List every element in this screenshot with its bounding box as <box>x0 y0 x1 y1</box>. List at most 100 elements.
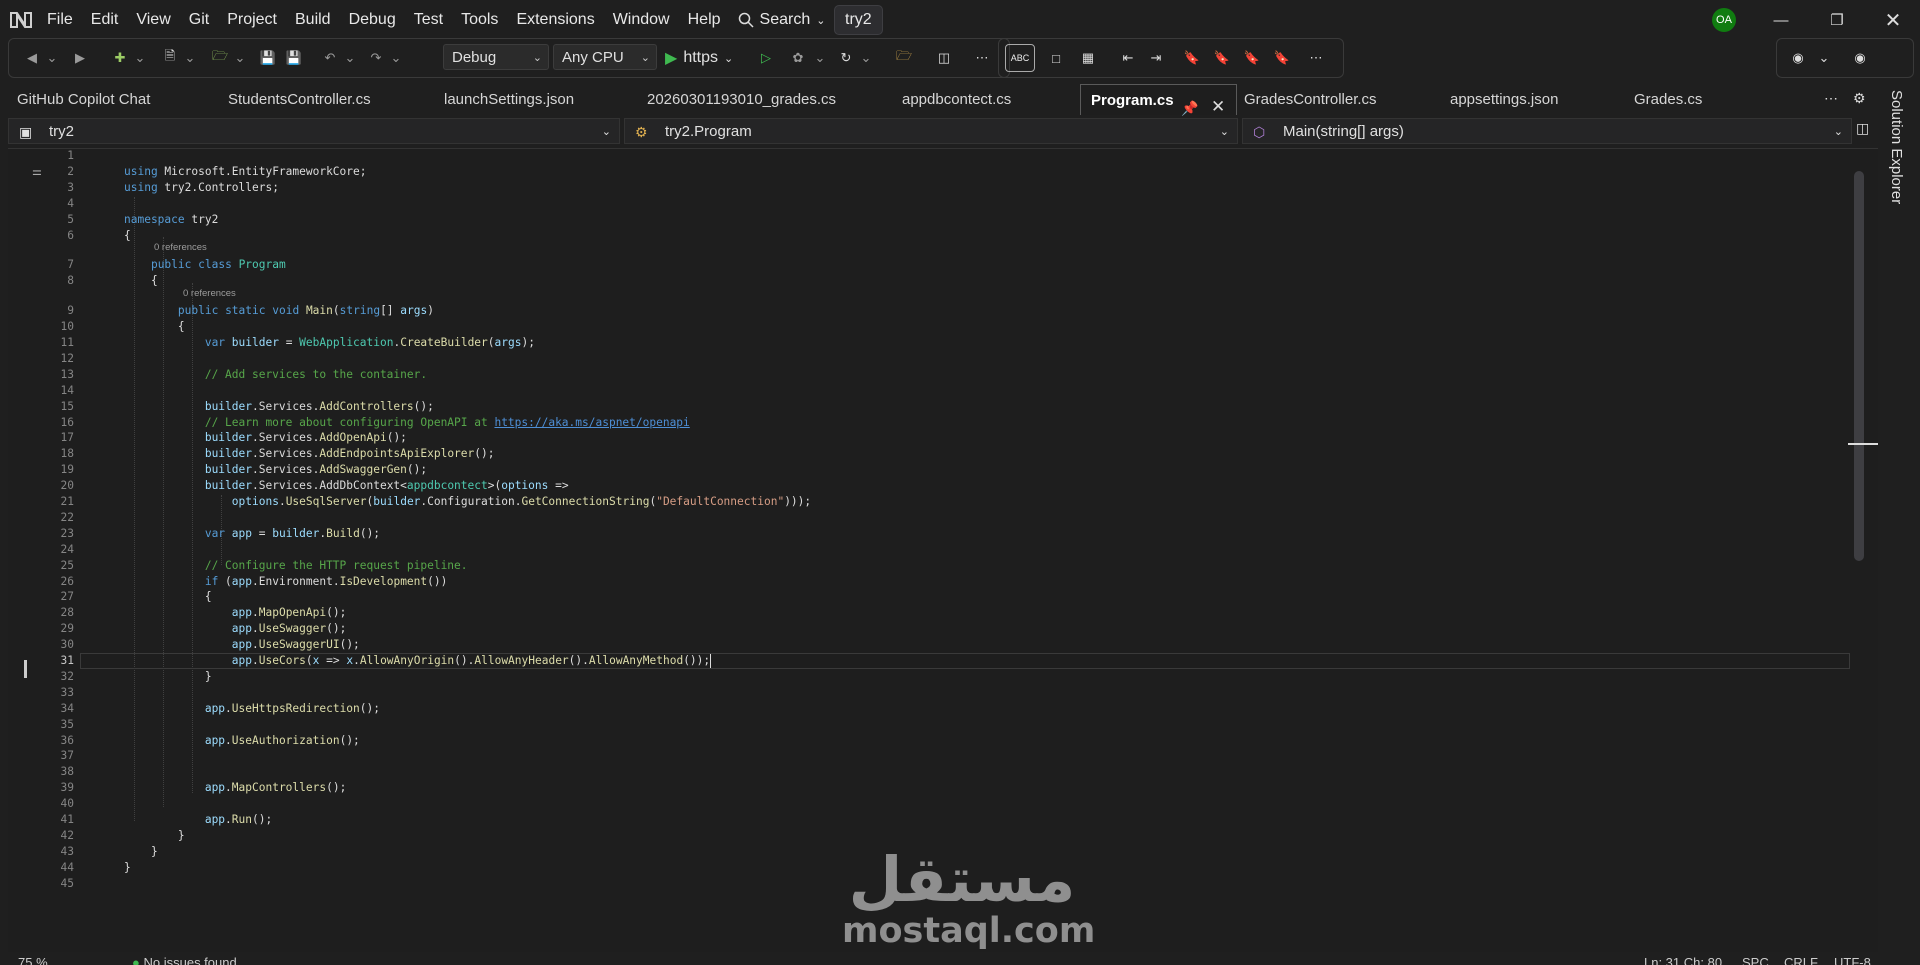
new-file-dropdown[interactable]: ⌄ <box>179 47 201 69</box>
toggle-bookmark-button[interactable]: 🔖 <box>1181 47 1203 69</box>
tab-program-cs[interactable]: Program.cs 📌 ✕ <box>1080 84 1237 116</box>
copilot-button[interactable]: ◉ <box>1787 47 1809 69</box>
restart-button[interactable]: ↻ <box>835 47 857 69</box>
configuration-dropdown[interactable]: Debug ⌄ <box>443 44 549 70</box>
code-line[interactable]: 13 // Add services to the container. <box>8 367 1848 383</box>
code-line[interactable]: 17 builder.Services.AddOpenApi(); <box>8 430 1848 446</box>
code-line[interactable]: 12 <box>8 351 1848 367</box>
code-line[interactable]: 19 builder.Services.AddSwaggerGen(); <box>8 462 1848 478</box>
navigate-back-button[interactable]: ◀ <box>21 47 43 69</box>
code-line[interactable]: 15 builder.Services.AddControllers(); <box>8 399 1848 415</box>
type-dropdown[interactable]: ⚙ try2.Program ⌄ <box>624 118 1238 144</box>
code-line[interactable]: 32 } <box>8 669 1848 685</box>
menu-edit[interactable]: Edit <box>82 0 128 40</box>
code-line[interactable]: 42 } <box>8 828 1848 844</box>
vertical-scrollbar[interactable] <box>1854 159 1872 939</box>
copilot-dropdown[interactable]: ⌄ <box>1813 47 1835 69</box>
menu-project[interactable]: Project <box>218 0 286 40</box>
menu-test[interactable]: Test <box>405 0 452 40</box>
solution-name-badge[interactable]: try2 <box>834 5 883 35</box>
code-line[interactable]: 20 builder.Services.AddDbContext<appdbco… <box>8 478 1848 494</box>
code-line[interactable]: 8 { <box>8 273 1848 289</box>
menu-tools[interactable]: Tools <box>452 0 507 40</box>
menu-file[interactable]: File <box>38 0 82 40</box>
code-line[interactable]: 41 app.Run(); <box>8 812 1848 828</box>
menu-git[interactable]: Git <box>180 0 218 40</box>
code-line[interactable]: 24 <box>8 542 1848 558</box>
open-dropdown[interactable]: ⌄ <box>229 47 251 69</box>
platform-dropdown[interactable]: Any CPU ⌄ <box>553 44 657 70</box>
toolbar-overflow-button-2[interactable]: ⋯ <box>1305 47 1327 69</box>
menu-debug[interactable]: Debug <box>340 0 405 40</box>
code-line[interactable]: 33 <box>8 685 1848 701</box>
code-line[interactable]: 28 app.MapOpenApi(); <box>8 605 1848 621</box>
issues-indicator[interactable]: ● No issues found <box>132 955 237 965</box>
new-file-button[interactable]: 🗎 <box>159 47 181 69</box>
outdent-button[interactable]: ⇤ <box>1117 47 1139 69</box>
code-line[interactable]: 11 var builder = WebApplication.CreateBu… <box>8 335 1848 351</box>
tab-appdbcontect[interactable]: appdbcontect.cs <box>892 84 1082 115</box>
code-line[interactable]: 9 public static void Main(string[] args) <box>8 303 1848 319</box>
tab-launch-settings[interactable]: launchSettings.json <box>434 84 624 115</box>
code-line[interactable]: 31 app.UseCors(x => x.AllowAnyOrigin().A… <box>8 653 1850 669</box>
tab-grades-controller[interactable]: GradesController.cs <box>1234 84 1424 115</box>
menu-build[interactable]: Build <box>286 0 340 40</box>
restart-dropdown[interactable]: ⌄ <box>855 47 877 69</box>
code-line[interactable]: 5 namespace try2 <box>8 212 1848 228</box>
code-line[interactable]: 39 app.MapControllers(); <box>8 780 1848 796</box>
restore-button[interactable]: ❐ <box>1814 0 1860 40</box>
code-line[interactable]: 40 <box>8 796 1848 812</box>
code-line[interactable]: 34 app.UseHttpsRedirection(); <box>8 701 1848 717</box>
code-line[interactable]: 10 { <box>8 319 1848 335</box>
code-line[interactable]: 37 <box>8 748 1848 764</box>
code-line[interactable]: 3 using try2.Controllers; <box>8 180 1848 196</box>
code-line[interactable]: 27 { <box>8 589 1848 605</box>
code-line[interactable]: 18 builder.Services.AddEndpointsApiExplo… <box>8 446 1848 462</box>
tab-students-controller[interactable]: StudentsController.cs <box>218 84 418 115</box>
start-debugging-button[interactable]: ▶ https ⌄ <box>665 46 733 70</box>
tab-grades-cs[interactable]: Grades.cs <box>1624 84 1744 115</box>
project-dropdown[interactable]: ▣ try2 ⌄ <box>8 118 620 144</box>
clear-bookmarks-button[interactable]: 🔖 <box>1271 47 1293 69</box>
hot-reload-button[interactable]: ✿ <box>787 47 809 69</box>
hot-reload-dropdown[interactable]: ⌄ <box>809 47 831 69</box>
indent-button[interactable]: ⇥ <box>1145 47 1167 69</box>
split-window-icon[interactable]: ◫ <box>1856 120 1869 137</box>
parameter-info-button[interactable]: ▦ <box>1077 47 1099 69</box>
tab-grades-migration[interactable]: 20260301193010_grades.cs <box>637 84 877 115</box>
spell-check-button[interactable]: ABC <box>1005 44 1035 72</box>
scrollbar-thumb[interactable] <box>1854 171 1864 561</box>
code-line[interactable]: 23 var app = builder.Build(); <box>8 526 1848 542</box>
tab-appsettings[interactable]: appsettings.json <box>1440 84 1610 115</box>
tab-overflow-icon[interactable]: ⋯ <box>1824 90 1838 107</box>
code-line[interactable]: 21 options.UseSqlServer(builder.Configur… <box>8 494 1848 510</box>
code-line[interactable]: 38 <box>8 764 1848 780</box>
code-line[interactable]: 6{ <box>8 228 1848 244</box>
code-line[interactable]: 26 if (app.Environment.IsDevelopment()) <box>8 574 1848 590</box>
navigate-back-dropdown[interactable]: ⌄ <box>41 47 63 69</box>
solution-explorer-tab[interactable]: Solution Explorer <box>1880 84 1920 964</box>
open-project-button[interactable]: 🗁 <box>209 47 231 69</box>
redo-dropdown[interactable]: ⌄ <box>385 47 407 69</box>
close-window-button[interactable]: ✕ <box>1870 0 1916 40</box>
code-line[interactable]: 35 <box>8 717 1848 733</box>
save-button[interactable]: 💾 <box>257 47 279 69</box>
search-button[interactable]: Search ⌄ <box>730 11 834 29</box>
member-dropdown[interactable]: ⬡ Main(string[] args) ⌄ <box>1242 118 1852 144</box>
copilot-chat-button[interactable]: ◉ <box>1849 47 1871 69</box>
code-line[interactable]: 22 <box>8 510 1848 526</box>
code-line[interactable]: 29 app.UseSwagger(); <box>8 621 1848 637</box>
tab-github-copilot-chat[interactable]: GitHub Copilot Chat <box>7 84 177 115</box>
browser-link-button[interactable]: ◫ <box>933 47 955 69</box>
code-editor[interactable]: ⚌ 0 references 0 references 1 2 using Micr… <box>8 148 1878 953</box>
avatar[interactable]: OA <box>1712 8 1736 32</box>
menu-window[interactable]: Window <box>604 0 679 40</box>
gear-icon[interactable]: ⚙ <box>1853 90 1866 107</box>
undo-button[interactable]: ↶ <box>319 47 341 69</box>
start-without-debugging-button[interactable]: ▷ <box>755 47 777 69</box>
new-project-button[interactable]: ✚ <box>109 47 131 69</box>
quick-info-button[interactable]: □ <box>1045 47 1067 69</box>
code-line[interactable]: 36 app.UseAuthorization(); <box>8 733 1848 749</box>
code-line[interactable]: 30 app.UseSwaggerUI(); <box>8 637 1848 653</box>
new-project-dropdown[interactable]: ⌄ <box>129 47 151 69</box>
